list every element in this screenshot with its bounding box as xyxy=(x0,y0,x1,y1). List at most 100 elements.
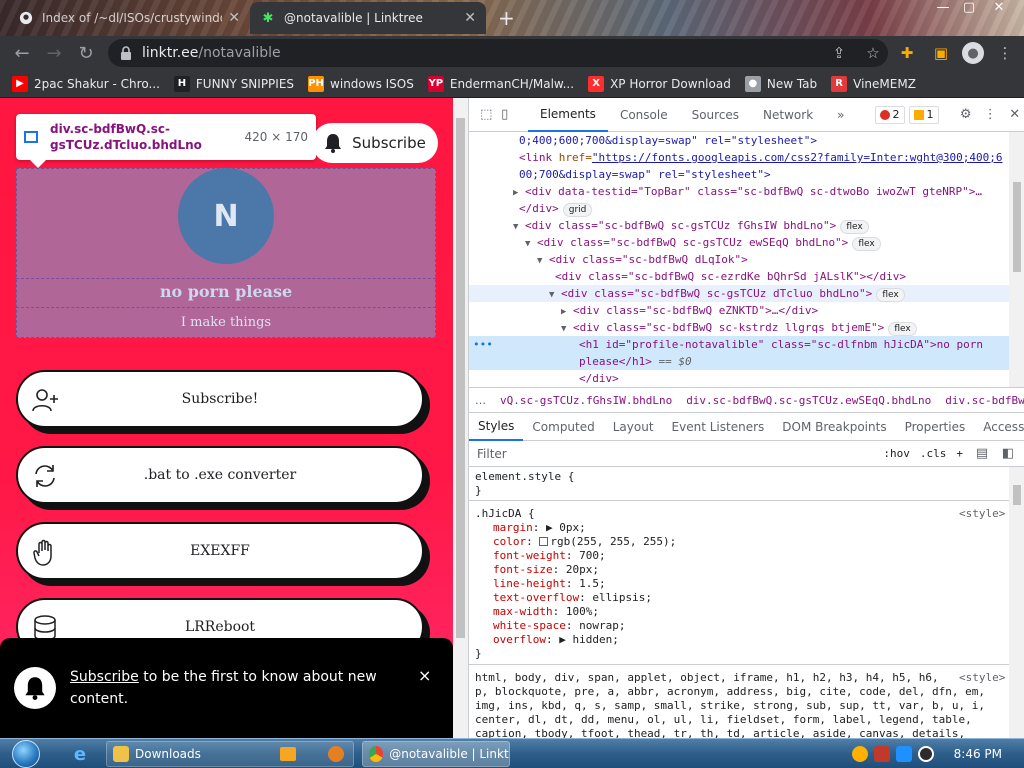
css-rule-selector[interactable]: .hJicDA { xyxy=(475,507,535,521)
tab-sources[interactable]: Sources xyxy=(680,98,751,132)
css-property[interactable]: color: rgb(255, 255, 255); xyxy=(493,535,676,549)
dom-node[interactable]: ▼ <div class="sc-bdfBwQ sc-kstrdz llgrqs… xyxy=(469,319,1009,336)
tab-accessibility[interactable]: Accessibility xyxy=(974,413,1024,441)
scrollbar-thumb[interactable] xyxy=(1013,485,1021,505)
tab-console[interactable]: Console xyxy=(608,98,680,132)
tab-dom-breakpoints[interactable]: DOM Breakpoints xyxy=(773,413,895,441)
layout-badge[interactable]: flex xyxy=(840,220,869,234)
search-icon[interactable] xyxy=(851,746,868,762)
element-style-rule[interactable]: element.style { xyxy=(475,470,574,484)
bookmark-item[interactable]: ● New Tab xyxy=(744,75,817,92)
more-tabs-button[interactable]: » xyxy=(825,98,856,132)
dom-node[interactable]: 0;400;600;700&display=swap" rel="stylesh… xyxy=(469,132,1009,149)
dom-node[interactable]: ▶ <div data-testid="TopBar" class="sc-bd… xyxy=(469,183,1009,200)
style-source-link[interactable]: <style> xyxy=(959,507,1005,521)
cls-button[interactable]: .cls xyxy=(920,447,947,460)
page-scrollbar[interactable] xyxy=(453,98,468,738)
breadcrumb-item[interactable]: div.sc-bdfBwQ.sc-gsTCUz.ewSEqQ.bhdLno xyxy=(686,394,931,407)
dom-node[interactable]: ▼ <div class="sc-bdfBwQ dLqIok"> xyxy=(469,251,1009,268)
bookmark-item[interactable]: ▶ 2pac Shakur - Chro... xyxy=(12,75,160,92)
media-player-icon[interactable] xyxy=(272,742,304,766)
dom-node[interactable]: 00;700&display=swap" rel="stylesheet"> xyxy=(469,166,1009,183)
ua-selector-line[interactable]: p, blockquote, pre, a, abbr, acronym, ad… xyxy=(475,685,985,699)
speaker-icon[interactable] xyxy=(917,746,934,762)
dom-node[interactable]: </div> grid xyxy=(469,200,1009,217)
hov-button[interactable]: :hov xyxy=(883,447,910,460)
forward-arrow-icon[interactable]: → xyxy=(38,37,70,69)
layout-badge[interactable]: flex xyxy=(852,237,881,251)
styles-scrollbar[interactable] xyxy=(1009,467,1024,738)
expand-triangle-icon[interactable]: ▼ xyxy=(537,256,542,266)
close-icon[interactable]: ✕ xyxy=(464,10,476,26)
tab-event-listeners[interactable]: Event Listeners xyxy=(663,413,774,441)
close-icon[interactable]: ✕ xyxy=(1006,104,1024,126)
css-property[interactable]: margin: ▶ 0px; xyxy=(493,521,586,535)
sidebar-toggle-icon[interactable]: ◧ xyxy=(999,446,1017,461)
scrollbar-thumb[interactable] xyxy=(456,118,465,638)
close-icon[interactable]: ✕ xyxy=(228,10,240,26)
warning-badge[interactable]: 1 xyxy=(908,105,939,124)
minimize-button[interactable]: — xyxy=(930,0,956,20)
layout-badge[interactable]: flex xyxy=(876,288,905,302)
link-exexff[interactable]: EXEXFF xyxy=(16,522,424,580)
menu-kebab-icon[interactable]: ⋮ xyxy=(992,40,1018,66)
breadcrumb-item[interactable]: vQ.sc-gsTCUz.fGhsIW.bhdLno xyxy=(500,394,672,407)
menu-kebab-icon[interactable]: ⋮ xyxy=(981,104,1000,126)
tab-computed[interactable]: Computed xyxy=(523,413,603,441)
taskbar-downloads[interactable]: Downloads xyxy=(106,741,354,767)
dom-node[interactable]: </div> xyxy=(469,370,1009,387)
css-property[interactable]: overflow: ▶ hidden; xyxy=(493,633,619,647)
bookmark-item[interactable]: R VineMEMZ xyxy=(831,75,916,92)
tab-network[interactable]: Network xyxy=(751,98,825,132)
paint-app-icon[interactable] xyxy=(320,742,352,766)
side-panel-icon[interactable]: ▣ xyxy=(928,40,954,66)
dom-node[interactable]: <div class="sc-bdfBwQ sc-ezrdKe bQhrSd j… xyxy=(469,268,1009,285)
toast-subscribe-link[interactable]: Subscribe xyxy=(70,669,139,685)
extensions-icon[interactable]: ✚ xyxy=(894,40,920,66)
reload-icon[interactable]: ↻ xyxy=(70,37,102,69)
share-icon[interactable]: ⇪ xyxy=(826,40,852,66)
inspect-element-icon[interactable]: ⬚ xyxy=(477,104,496,126)
dom-scrollbar[interactable] xyxy=(1009,132,1024,387)
ua-selector-line[interactable]: img, ins, kbd, q, s, samp, small, strike… xyxy=(475,699,985,713)
ua-selector-line[interactable]: caption, tbody, tfoot, thead, tr, th, td… xyxy=(475,727,965,738)
expand-triangle-icon[interactable]: ▼ xyxy=(549,290,554,300)
dom-node[interactable]: please</h1> == $0 xyxy=(469,353,1009,370)
back-arrow-icon[interactable]: ← xyxy=(6,37,38,69)
style-source-link[interactable]: <style> xyxy=(959,671,1005,685)
flag-icon[interactable] xyxy=(873,746,890,762)
layout-badge[interactable]: flex xyxy=(888,322,917,336)
add-rule-button[interactable]: + xyxy=(956,447,963,460)
device-toolbar-icon[interactable]: ▯ xyxy=(496,104,515,126)
star-icon[interactable]: ☆ xyxy=(860,40,886,66)
gear-icon[interactable]: ⚙ xyxy=(957,104,976,126)
bookmark-item[interactable]: PH windows ISOS xyxy=(308,75,414,92)
css-property[interactable]: font-weight: 700; xyxy=(493,549,606,563)
css-property[interactable]: font-size: 20px; xyxy=(493,563,599,577)
profile-avatar-icon[interactable]: ● xyxy=(962,42,984,64)
dom-node[interactable]: ▼ <div class="sc-bdfBwQ sc-gsTCUz ewSEqQ… xyxy=(469,234,1009,251)
dom-node[interactable]: ▶ <div class="sc-bdfBwQ eZNKTD">…</div> xyxy=(469,302,1009,319)
paint-icon[interactable]: ▤ xyxy=(973,446,991,461)
more-options-icon[interactable]: ••• xyxy=(473,336,493,353)
layout-badge[interactable]: grid xyxy=(562,203,593,217)
expand-triangle-icon[interactable]: ▼ xyxy=(561,324,566,334)
scrollbar-thumb[interactable] xyxy=(1013,182,1021,272)
bookmark-item[interactable]: YP EndermanCH/Malw... xyxy=(427,75,574,92)
tab-elements[interactable]: Elements xyxy=(528,98,608,132)
close-icon[interactable]: × xyxy=(418,666,431,685)
ie-icon[interactable]: e xyxy=(64,742,96,766)
breadcrumb-scroll-left[interactable]: … xyxy=(475,394,486,407)
dom-node[interactable]: <h1 id="profile-notavalible" class="sc-d… xyxy=(469,336,1009,353)
monitor-icon[interactable] xyxy=(895,746,912,762)
ua-selector-line[interactable]: center, dl, dt, dd, menu, ol, ul, li, fi… xyxy=(475,713,972,727)
dom-node[interactable]: <link href="https://fonts.googleapis.com… xyxy=(469,149,1009,166)
css-property[interactable]: max-width: 100%; xyxy=(493,605,599,619)
ua-selector-line[interactable]: html, body, div, span, applet, object, i… xyxy=(475,671,939,685)
bookmark-item[interactable]: H FUNNY SNIPPIES xyxy=(173,75,294,92)
link-bat-to-exe[interactable]: .bat to .exe converter xyxy=(16,446,424,504)
dom-node[interactable]: ▼ <div class="sc-bdfBwQ sc-gsTCUz dTcluo… xyxy=(469,285,1009,302)
new-tab-button[interactable]: + xyxy=(498,6,515,30)
breadcrumb-item[interactable]: div.sc-bdfBwQ.dLq xyxy=(945,394,1024,407)
filter-input[interactable]: Filter xyxy=(477,447,883,461)
